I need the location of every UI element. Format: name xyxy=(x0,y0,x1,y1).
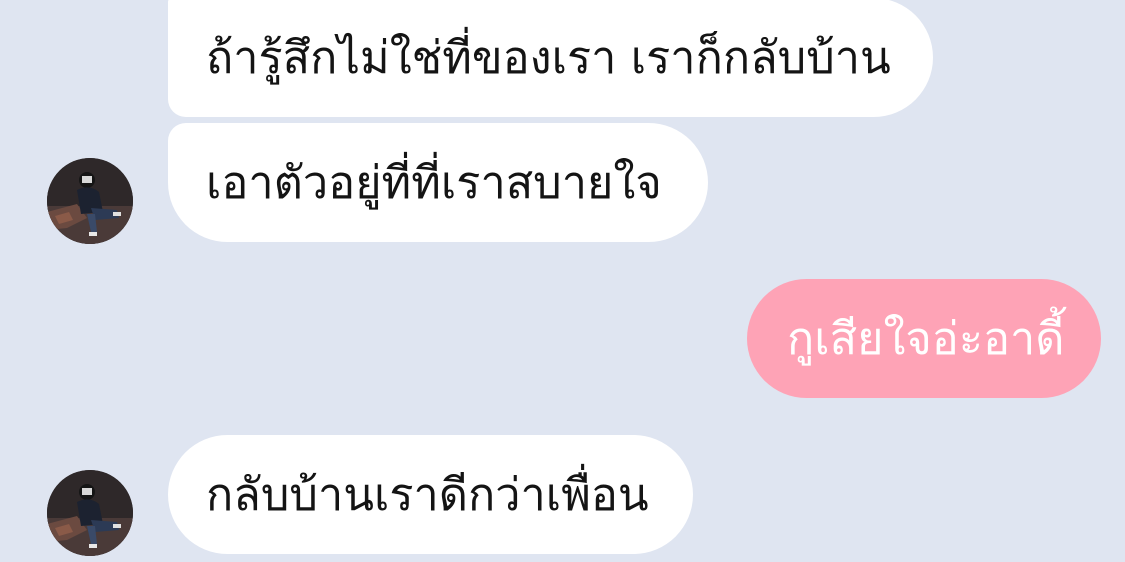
avatar[interactable] xyxy=(47,470,133,556)
avatar-photo-icon xyxy=(47,158,133,244)
message-text: ถ้ารู้สึกไม่ใช่ที่ของเรา เราก็กลับบ้าน xyxy=(206,31,891,84)
message-text: กูเสียใจอ่ะอาดี้ xyxy=(787,312,1065,365)
message-bubble-outgoing[interactable]: กูเสียใจอ่ะอาดี้ xyxy=(747,279,1101,398)
message-bubble-incoming[interactable]: เอาตัวอยู่ที่ที่เราสบายใจ xyxy=(168,123,708,242)
message-text: กลับบ้านเราดีกว่าเพื่อน xyxy=(206,468,649,521)
avatar[interactable] xyxy=(47,158,133,244)
message-bubble-incoming[interactable]: กลับบ้านเราดีกว่าเพื่อน xyxy=(168,435,693,554)
message-text: เอาตัวอยู่ที่ที่เราสบายใจ xyxy=(206,156,662,209)
message-bubble-incoming[interactable]: ถ้ารู้สึกไม่ใช่ที่ของเรา เราก็กลับบ้าน xyxy=(168,0,933,117)
chat-thread[interactable]: ถ้ารู้สึกไม่ใช่ที่ของเรา เราก็กลับบ้าน เ… xyxy=(0,0,1125,562)
avatar-photo-icon xyxy=(47,470,133,556)
